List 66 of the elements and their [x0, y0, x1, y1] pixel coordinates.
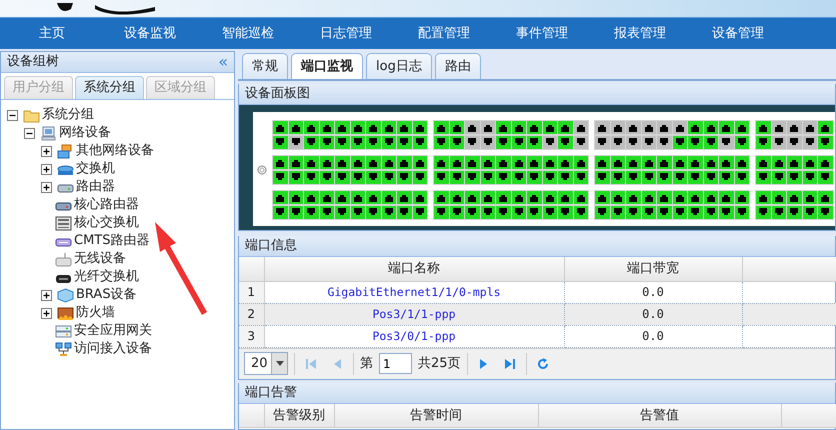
table-cell: 0.0	[564, 303, 742, 325]
tree-item[interactable]: 其他网络设备	[76, 141, 154, 161]
table-cell: 0.0	[564, 325, 742, 347]
tab[interactable]: 常规	[242, 53, 288, 79]
port-link[interactable]: Pos3/0/1-ppp	[372, 328, 456, 343]
tab[interactable]: 系统分组	[75, 76, 144, 99]
computer-icon	[40, 126, 57, 140]
port-link[interactable]: GigabitEthernet1/1/0-mpls	[327, 284, 501, 299]
tree-item[interactable]: 交换机	[76, 159, 115, 179]
expand-toggle[interactable]	[41, 164, 52, 174]
tree-item[interactable]: 安全应用网关	[74, 321, 152, 341]
expand-toggle[interactable]	[41, 182, 52, 192]
section-title: 设备面板图	[245, 85, 310, 104]
page-size-select[interactable]: 20	[244, 352, 288, 375]
tree-item[interactable]: 路由器	[76, 177, 115, 197]
column-header: 告警值	[538, 404, 781, 428]
network-icon	[55, 342, 72, 356]
nav-link[interactable]: 主页	[3, 24, 101, 44]
column-header: 端口带宽	[564, 257, 742, 281]
wireless-device-icon	[55, 252, 72, 266]
nav-link[interactable]: 智能巡检	[199, 24, 297, 44]
tab[interactable]: log日志	[366, 53, 432, 79]
tree-item[interactable]: 网络设备	[59, 123, 111, 143]
firewall-icon	[57, 306, 74, 320]
server-icon	[55, 324, 72, 338]
boxes-icon	[57, 144, 74, 158]
nav-link[interactable]: 事件管理	[493, 24, 591, 44]
row-number: 2	[239, 303, 264, 325]
collapse-toggle[interactable]	[24, 128, 35, 138]
column-header: 告警时间	[334, 404, 538, 428]
tree-item[interactable]: 防火墙	[76, 303, 115, 323]
tree-item[interactable]: 无线设备	[74, 249, 126, 269]
row-number: 1	[239, 281, 264, 303]
caret-icon[interactable]	[276, 361, 284, 366]
tree-item[interactable]: 核心路由器	[74, 195, 139, 215]
page-total: 共25页	[418, 354, 461, 373]
section-title: 端口告警	[245, 384, 297, 402]
server-icon	[55, 216, 72, 230]
expand-toggle[interactable]	[41, 308, 52, 318]
page-label: 第	[360, 354, 373, 373]
tree-item[interactable]: CMTS路由器	[74, 231, 150, 251]
page-input[interactable]: 1	[379, 353, 412, 374]
tree-item[interactable]: 访问接入设备	[74, 339, 152, 359]
panel-title: 设备组树	[7, 53, 59, 72]
nav-link[interactable]: 配置管理	[395, 24, 493, 44]
nav-link[interactable]: 日志管理	[297, 24, 395, 44]
nav-link[interactable]: 报表管理	[591, 24, 689, 44]
port-link[interactable]: Pos3/1/1-ppp	[372, 306, 456, 321]
nav-link[interactable]: 设备管理	[689, 24, 787, 44]
section-title: 端口信息	[245, 237, 297, 256]
expand-toggle[interactable]	[41, 146, 52, 156]
nav-link[interactable]: 设备监视	[101, 24, 199, 44]
row-number: 3	[239, 325, 264, 347]
tree-item[interactable]: 光纤交换机	[74, 267, 139, 287]
tree-item[interactable]: 核心交换机	[74, 213, 139, 233]
tree-item[interactable]: BRAS设备	[76, 285, 137, 305]
tab[interactable]: 端口监视	[291, 53, 363, 79]
tree-item[interactable]: 系统分组	[42, 105, 94, 125]
folder-icon	[23, 108, 40, 122]
tab[interactable]: 路由	[434, 53, 481, 79]
collapse-toggle[interactable]	[7, 110, 18, 120]
screw-icon	[257, 165, 267, 175]
expand-toggle[interactable]	[41, 290, 52, 300]
column-header: 告警级别	[264, 404, 334, 428]
column-header: 端口名称	[264, 257, 564, 281]
cube-icon	[57, 288, 74, 302]
